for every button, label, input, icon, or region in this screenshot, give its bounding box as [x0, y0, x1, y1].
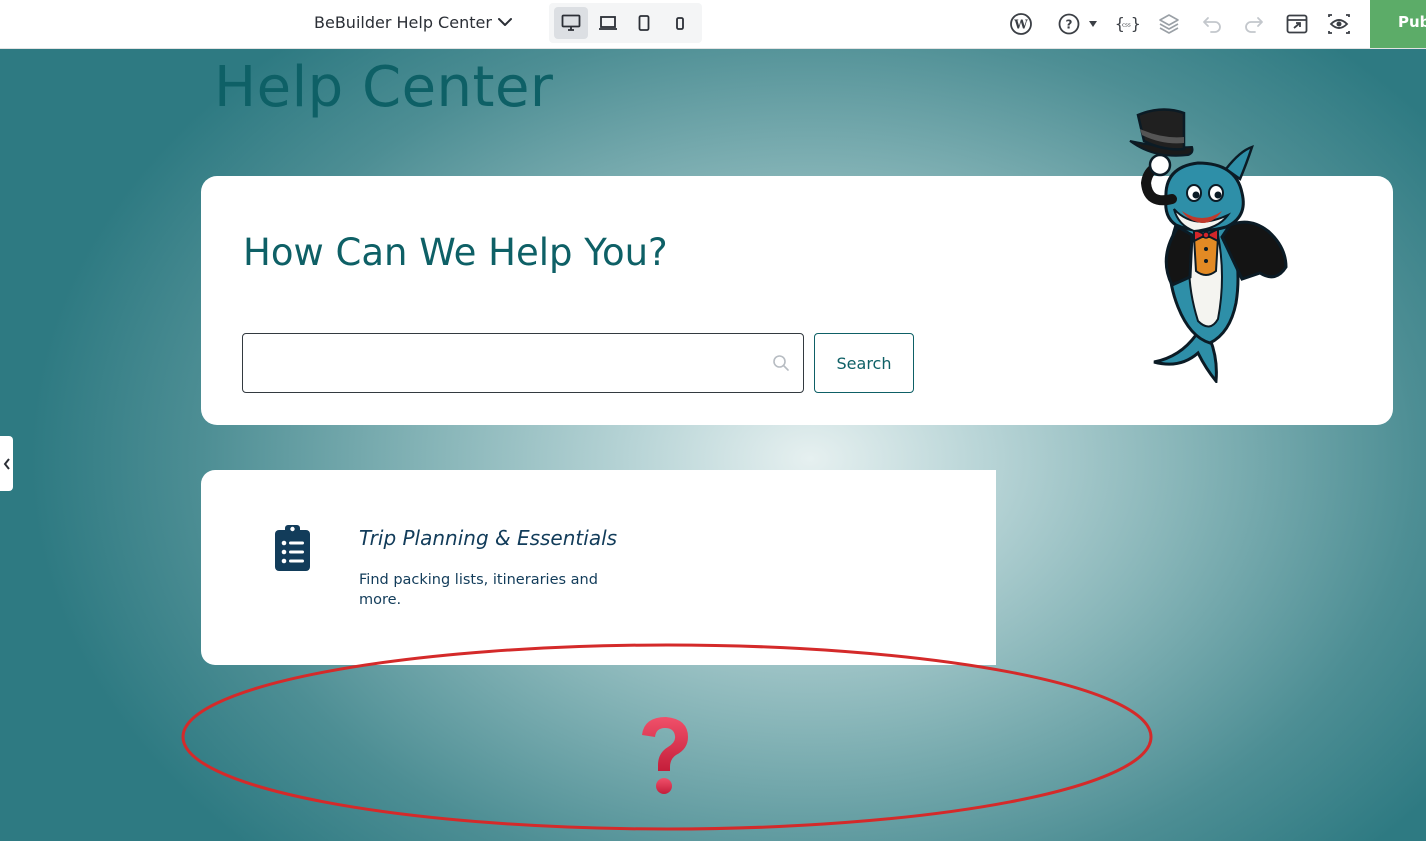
- preview-window-icon[interactable]: [1284, 11, 1310, 37]
- category-title[interactable]: Trip Planning & Essentials: [359, 526, 617, 550]
- device-switcher: [549, 3, 702, 43]
- layers-icon[interactable]: [1156, 11, 1182, 37]
- clipboard-list-icon: [275, 525, 310, 571]
- dolphin-mascot-image: [1129, 108, 1288, 383]
- chevron-left-icon: [3, 457, 10, 470]
- site-title[interactable]: BeBuilder Help Center: [314, 13, 492, 32]
- laptop-icon: [599, 16, 617, 30]
- eye-icon[interactable]: [1326, 11, 1352, 37]
- tablet-view-button[interactable]: [627, 7, 661, 39]
- css-icon[interactable]: { css }: [1114, 11, 1140, 37]
- tablet-icon: [638, 15, 650, 31]
- laptop-view-button[interactable]: [591, 7, 625, 39]
- svg-text:css: css: [1122, 23, 1131, 29]
- search-button[interactable]: Search: [814, 333, 914, 393]
- redo-icon[interactable]: [1241, 11, 1267, 37]
- mobile-icon: [676, 17, 684, 30]
- chevron-down-icon[interactable]: [496, 13, 514, 31]
- sidebar-toggle[interactable]: [0, 436, 13, 491]
- search-heading: How Can We Help You?: [243, 231, 668, 274]
- svg-text:?: ?: [1066, 18, 1073, 32]
- help-icon[interactable]: ?: [1056, 11, 1082, 37]
- question-mark-icon: [642, 717, 688, 794]
- publish-button[interactable]: Pub: [1370, 0, 1426, 48]
- svg-text:}: }: [1131, 14, 1140, 33]
- undo-icon[interactable]: [1199, 11, 1225, 37]
- category-card[interactable]: Trip Planning & Essentials Find packing …: [201, 470, 996, 665]
- editor-toolbar: BeBuilder Help Center W ? {css} Pub: [0, 0, 1426, 49]
- mobile-view-button[interactable]: [663, 7, 697, 39]
- category-description: Find packing lists, itineraries and more…: [359, 572, 598, 608]
- page-title: Help Center: [214, 55, 554, 120]
- search-icon: [773, 355, 789, 371]
- search-input[interactable]: [242, 333, 804, 393]
- svg-text:W: W: [1013, 18, 1028, 32]
- caret-down-icon[interactable]: [1086, 11, 1100, 37]
- wordpress-icon[interactable]: W: [1008, 11, 1034, 37]
- desktop-view-button[interactable]: [554, 7, 588, 39]
- page-canvas: Help Center How Can We Help You? Search: [0, 49, 1426, 841]
- desktop-icon: [561, 14, 581, 31]
